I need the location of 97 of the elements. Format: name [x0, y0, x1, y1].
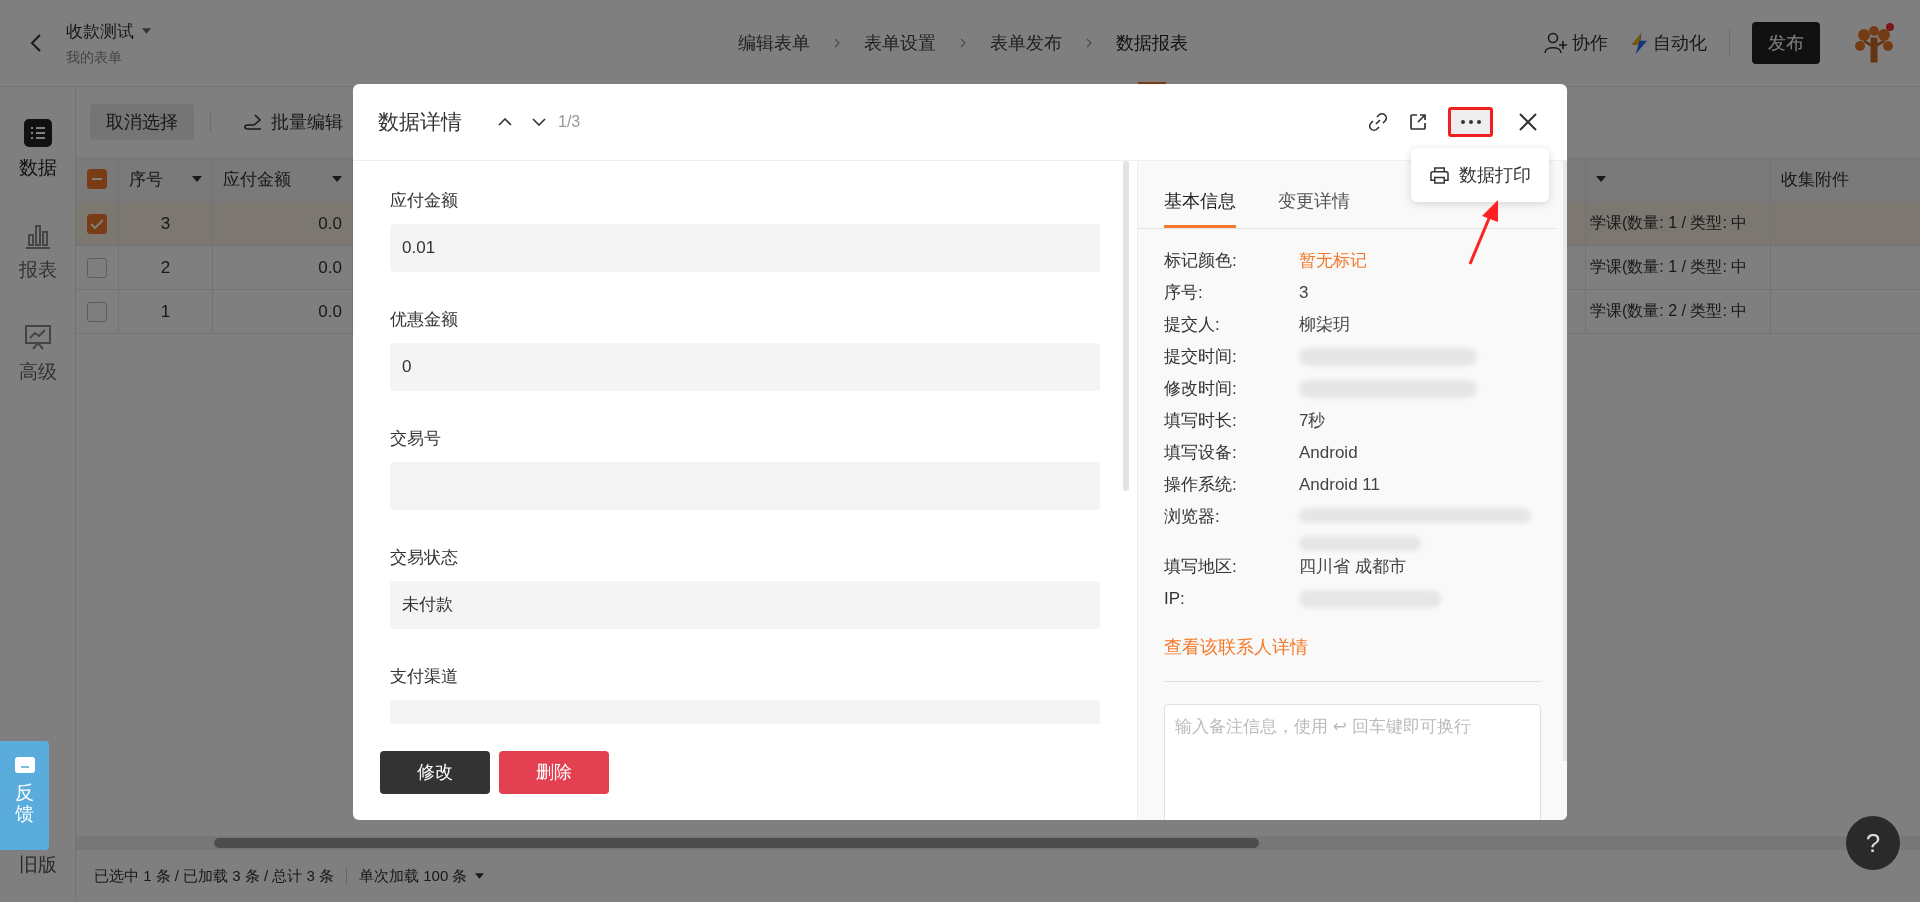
table-cell: 0.0 [318, 257, 342, 278]
table-cell-text: 学课(数量: 1 / 类型: 中 [1590, 257, 1748, 277]
table-cell-text: 学课(数量: 1 / 类型: 中 [1590, 213, 1748, 233]
info-label: 序号: [1164, 282, 1204, 304]
caret-icon[interactable] [1596, 176, 1606, 182]
header-action-button[interactable]: 协作 [1544, 31, 1608, 55]
link-icon[interactable] [1368, 112, 1388, 132]
info-label: 标记颜色: [1164, 250, 1238, 272]
row-checkbox[interactable] [87, 301, 107, 322]
info-label: 修改时间: [1164, 378, 1238, 400]
table-cell: 3 [160, 213, 171, 234]
info-label: 填写地区: [1164, 556, 1238, 578]
table-cell: 0.0 [318, 301, 342, 322]
sidebar-item[interactable]: 报表 [18, 221, 57, 283]
chevron-right-icon [1086, 38, 1092, 48]
info-label: 浏览器: [1164, 506, 1221, 528]
list-icon [23, 119, 52, 147]
tree-logo-icon[interactable] [1852, 21, 1896, 65]
step-tab[interactable]: 数据报表 [1116, 1, 1188, 85]
caret-icon[interactable] [192, 176, 202, 182]
scrollbar-thumb[interactable] [1123, 161, 1129, 491]
field-label: 交易号 [390, 428, 442, 450]
info-label: 提交人: [1164, 314, 1221, 336]
caret-icon[interactable] [332, 176, 342, 182]
info-value: Android 11 [1299, 474, 1380, 496]
annotation-arrow [1468, 200, 1498, 265]
edit-button[interactable]: 修改 [380, 750, 490, 794]
caret-icon [475, 873, 485, 879]
row-checkbox[interactable] [87, 257, 107, 278]
form-title[interactable]: 收款测试 [66, 19, 134, 43]
info-value: Android [1299, 442, 1358, 464]
pen-icon [243, 114, 263, 130]
more-icon [1460, 120, 1481, 124]
field-label: 交易状态 [390, 547, 459, 569]
info-label: 填写时长: [1164, 410, 1238, 432]
field-label: 应付金额 [390, 190, 459, 212]
field-value-box: 0.01 [390, 224, 1100, 272]
select-all-checkbox[interactable] [87, 169, 107, 189]
help-button[interactable]: ? [1846, 816, 1900, 870]
info-label: IP: [1164, 588, 1186, 610]
external-link-icon[interactable] [1408, 112, 1428, 132]
table-cell-text: 学课(数量: 2 / 类型: 中 [1590, 301, 1748, 321]
publish-button[interactable]: 发布 [1752, 22, 1820, 64]
monitor-chart-icon [23, 323, 52, 351]
note-input[interactable]: 输入备注信息，使用 ↩ 回车键即可换行 [1164, 704, 1541, 820]
column-header[interactable]: 收集附件 [1771, 157, 1920, 201]
info-label: 操作系统: [1164, 474, 1238, 496]
chevron-up-icon[interactable] [498, 118, 512, 126]
menu-item[interactable]: 数据打印 [1429, 163, 1531, 187]
table-cell: 0.0 [318, 213, 342, 234]
person-plus-icon [1544, 32, 1568, 54]
lightning-icon [1630, 32, 1649, 54]
feedback-tab[interactable]: 反馈 [0, 741, 49, 850]
field-value-box: 未付款 [390, 581, 1100, 629]
dialog-title: 数据详情 [378, 109, 462, 135]
sidebar-item[interactable]: 数据 [18, 119, 57, 181]
info-value: 暂无标记 [1299, 250, 1367, 272]
contact-details-link[interactable]: 查看该联系人详情 [1164, 635, 1308, 659]
info-value: 柳柒玥 [1299, 314, 1350, 336]
column-header[interactable]: 序号 [119, 157, 213, 201]
scrollbar-thumb[interactable] [214, 838, 1259, 848]
printer-icon [1429, 166, 1449, 184]
field-value-box: 0 [390, 343, 1100, 391]
header-action-button[interactable]: 自动化 [1630, 31, 1707, 55]
info-value: 3 [1299, 282, 1309, 304]
chevron-right-icon [960, 38, 966, 48]
info-label: 填写设备: [1164, 442, 1238, 464]
table-cell: 1 [160, 301, 171, 322]
message-icon [14, 757, 35, 775]
close-icon[interactable] [1519, 113, 1537, 131]
field-label: 支付渠道 [390, 666, 459, 688]
row-checkbox[interactable] [87, 213, 107, 234]
form-subtitle: 我的表单 [66, 48, 123, 67]
caret-icon[interactable] [142, 28, 151, 34]
toolbar-button[interactable]: 批量编辑 [227, 104, 359, 140]
tab[interactable]: 基本信息 [1164, 189, 1236, 228]
sidebar-item[interactable]: 高级 [18, 323, 57, 385]
selection-summary: 已选中 1 条 / 已加载 3 条 / 总计 3 条 [94, 866, 335, 886]
step-tab[interactable]: 表单设置 [864, 1, 936, 85]
info-value: 四川省 成都市 [1299, 556, 1406, 578]
more-button[interactable] [1448, 107, 1493, 137]
delete-button[interactable]: 删除 [499, 750, 609, 794]
info-label: 提交时间: [1164, 346, 1238, 368]
chevron-down-icon[interactable] [532, 118, 546, 126]
chevron-right-icon [834, 38, 840, 48]
legacy-version-link[interactable]: 旧版 [18, 852, 57, 878]
back-icon[interactable] [30, 33, 42, 53]
field-label: 优惠金额 [390, 309, 459, 331]
page-size-dropdown[interactable]: 单次加载 100 条 [359, 866, 485, 886]
info-value: 7秒 [1299, 410, 1326, 432]
tab[interactable]: 变更详情 [1278, 189, 1350, 228]
record-position: 1/3 [558, 113, 581, 131]
check-icon [90, 218, 104, 229]
table-cell: 2 [160, 257, 171, 278]
toolbar-button[interactable]: 取消选择 [90, 104, 194, 140]
step-tab[interactable]: 表单发布 [990, 1, 1062, 85]
step-tab[interactable]: 编辑表单 [738, 1, 810, 85]
